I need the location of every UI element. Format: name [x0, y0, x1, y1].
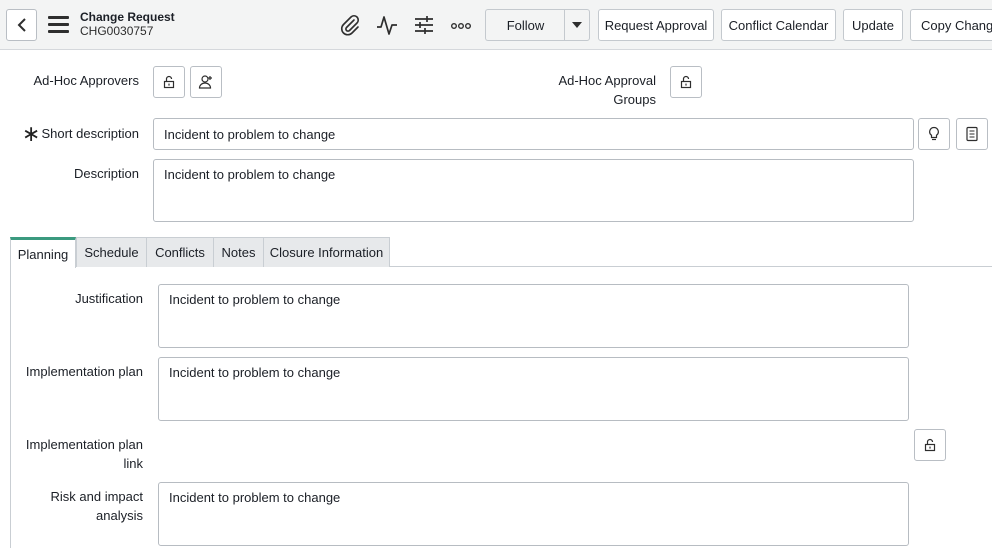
adhoc-approvers-add-user-button[interactable] [190, 66, 222, 98]
record-title: Change Request CHG0030757 [80, 10, 175, 38]
adhoc-approvers-unlock-button[interactable] [153, 66, 185, 98]
tab-closure-information[interactable]: Closure Information [263, 237, 390, 267]
tab-notes[interactable]: Notes [213, 237, 264, 267]
tab-planning[interactable]: Planning [10, 237, 76, 268]
adhoc-approvers-label: Ad-Hoc Approvers [33, 73, 140, 88]
template-button[interactable] [956, 118, 988, 150]
short-description-input[interactable]: Incident to problem to change [153, 118, 914, 150]
justification-textarea[interactable]: Incident to problem to change [158, 284, 909, 348]
tab-schedule[interactable]: Schedule [76, 237, 147, 267]
unlock-icon [163, 75, 175, 89]
description-label: Description [73, 166, 139, 181]
justification-label: Justification [75, 291, 143, 306]
record-type: Change Request [80, 10, 175, 24]
conflict-calendar-button[interactable]: Conflict Calendar [721, 9, 836, 41]
tab-panel-border [10, 267, 11, 548]
follow-button[interactable]: Follow [485, 9, 565, 41]
book-icon [966, 126, 978, 142]
mandatory-indicator-icon: ∗ [22, 121, 41, 146]
implementation-plan-link-label: Implementation plan link [26, 435, 143, 473]
suggestion-button[interactable] [918, 118, 950, 150]
update-button[interactable]: Update [843, 9, 903, 41]
activity-icon[interactable] [375, 13, 399, 37]
risk-impact-label: Risk and impact analysis [51, 487, 143, 525]
adhoc-approval-groups-label-line2: Groups [613, 92, 656, 107]
menu-icon[interactable] [48, 16, 69, 33]
back-button[interactable] [6, 9, 37, 41]
adhoc-approval-groups-label: Ad-Hoc Approval Groups [558, 71, 656, 109]
more-icon[interactable] [449, 13, 473, 37]
adhoc-approval-groups-label-line1: Ad-Hoc Approval [558, 73, 656, 88]
add-user-icon [198, 75, 212, 89]
implementation-plan-link-unlock-button[interactable] [914, 429, 946, 461]
risk-impact-textarea[interactable]: Incident to problem to change [158, 482, 909, 546]
tab-conflicts[interactable]: Conflicts [146, 237, 214, 267]
request-approval-button[interactable]: Request Approval [598, 9, 714, 41]
follow-dropdown-button[interactable] [564, 9, 590, 41]
attachment-icon[interactable] [338, 13, 362, 37]
record-number: CHG0030757 [80, 24, 154, 38]
risk-impact-label-line2: analysis [96, 508, 143, 523]
copy-change-button[interactable]: Copy Change [910, 9, 992, 41]
adhoc-groups-unlock-button[interactable] [670, 66, 702, 98]
implementation-plan-link-label-line2: link [123, 456, 143, 471]
settings-sliders-icon[interactable] [412, 13, 436, 37]
unlock-icon [924, 438, 936, 452]
description-textarea[interactable]: Incident to problem to change [153, 159, 914, 222]
implementation-plan-link-label-line1: Implementation plan [25, 437, 143, 452]
lightbulb-icon [929, 126, 939, 141]
unlock-icon [680, 75, 692, 89]
back-icon [17, 18, 26, 32]
form-header: Change Request CHG0030757 Follow Request… [0, 0, 992, 50]
implementation-plan-textarea[interactable]: Incident to problem to change [158, 357, 909, 421]
short-description-label: Short description [41, 126, 139, 141]
risk-impact-label-line1: Risk and impact [50, 489, 143, 504]
implementation-plan-label: Implementation plan [25, 364, 143, 379]
caret-down-icon [572, 22, 582, 28]
